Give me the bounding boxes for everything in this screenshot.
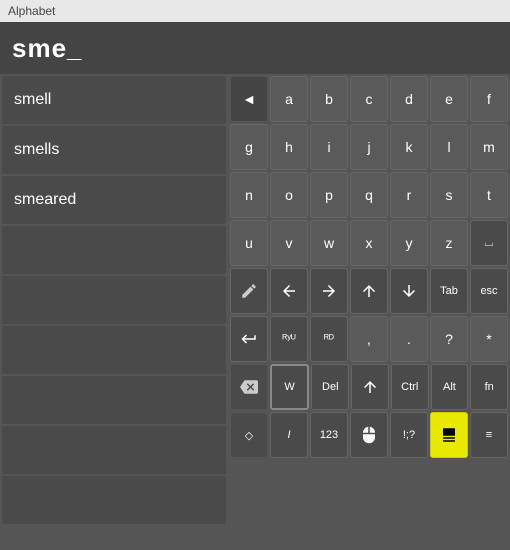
key-0-5[interactable]: e bbox=[430, 76, 468, 122]
suggestion-item-8 bbox=[2, 476, 226, 524]
key-4-0[interactable] bbox=[230, 268, 268, 314]
key-2-3[interactable]: q bbox=[350, 172, 388, 218]
key-5-4[interactable]: . bbox=[390, 316, 428, 362]
key-3-2[interactable]: w bbox=[310, 220, 348, 266]
key-1-0[interactable]: g bbox=[230, 124, 268, 170]
suggestion-item-5 bbox=[2, 326, 226, 374]
key-1-5[interactable]: l bbox=[430, 124, 468, 170]
key-7-1[interactable]: I bbox=[270, 412, 308, 458]
suggestion-item-3 bbox=[2, 226, 226, 274]
key-7-3[interactable] bbox=[350, 412, 388, 458]
key-5-3[interactable]: , bbox=[350, 316, 388, 362]
app-title: Alphabet bbox=[8, 4, 55, 18]
key-1-3[interactable]: j bbox=[350, 124, 388, 170]
key-4-5[interactable]: Tab bbox=[430, 268, 468, 314]
key-row-1: ghijklm bbox=[230, 124, 508, 170]
suggestion-item-2[interactable]: smeared bbox=[2, 176, 226, 224]
key-3-0[interactable]: u bbox=[230, 220, 268, 266]
main-area: smellsmellssmeared ◄abcdefghijklmnopqrst… bbox=[0, 74, 510, 550]
key-2-2[interactable]: p bbox=[310, 172, 348, 218]
suggestion-item-4 bbox=[2, 276, 226, 324]
search-display: sme_ bbox=[0, 22, 510, 74]
key-0-2[interactable]: b bbox=[310, 76, 348, 122]
key-5-2[interactable]: ᴿᴰ bbox=[310, 316, 348, 362]
key-4-3[interactable] bbox=[350, 268, 388, 314]
key-2-1[interactable]: o bbox=[270, 172, 308, 218]
key-4-4[interactable] bbox=[390, 268, 428, 314]
key-4-2[interactable] bbox=[310, 268, 348, 314]
key-1-6[interactable]: m bbox=[470, 124, 508, 170]
key-2-6[interactable]: t bbox=[470, 172, 508, 218]
search-text: sme_ bbox=[12, 33, 83, 64]
key-6-5[interactable]: Alt bbox=[431, 364, 469, 410]
key-4-1[interactable] bbox=[270, 268, 308, 314]
key-row-3: uvwxyz⌴ bbox=[230, 220, 508, 266]
suggestion-item-1[interactable]: smells bbox=[2, 126, 226, 174]
key-0-0[interactable]: ◄ bbox=[230, 76, 268, 122]
key-0-3[interactable]: c bbox=[350, 76, 388, 122]
key-1-2[interactable]: i bbox=[310, 124, 348, 170]
key-3-3[interactable]: x bbox=[350, 220, 388, 266]
key-5-0[interactable] bbox=[230, 316, 268, 362]
title-bar: Alphabet bbox=[0, 0, 510, 22]
suggestion-item-7 bbox=[2, 426, 226, 474]
key-3-6[interactable]: ⌴ bbox=[470, 220, 508, 266]
key-7-5[interactable] bbox=[430, 412, 468, 458]
key-row-7: ◇I123!;? ≡ bbox=[230, 412, 508, 458]
key-7-2[interactable]: 123 bbox=[310, 412, 348, 458]
key-5-6[interactable]: * bbox=[470, 316, 508, 362]
key-6-2[interactable]: Del bbox=[311, 364, 349, 410]
key-6-0[interactable] bbox=[230, 364, 268, 410]
key-4-6[interactable]: esc bbox=[470, 268, 508, 314]
key-0-1[interactable]: a bbox=[270, 76, 308, 122]
key-7-4[interactable]: !;? bbox=[390, 412, 428, 458]
key-7-0[interactable]: ◇ bbox=[230, 412, 268, 458]
key-row-6: WDel CtrlAltfn bbox=[230, 364, 508, 410]
key-1-4[interactable]: k bbox=[390, 124, 428, 170]
key-3-4[interactable]: y bbox=[390, 220, 428, 266]
suggestion-item-6 bbox=[2, 376, 226, 424]
key-6-1[interactable]: W bbox=[270, 364, 310, 410]
key-0-4[interactable]: d bbox=[390, 76, 428, 122]
app: Alphabet sme_ smellsmellssmeared ◄abcdef… bbox=[0, 0, 510, 550]
key-row-0: ◄abcdef bbox=[230, 76, 508, 122]
key-3-1[interactable]: v bbox=[270, 220, 308, 266]
suggestion-item-0[interactable]: smell bbox=[2, 76, 226, 124]
key-6-6[interactable]: fn bbox=[470, 364, 508, 410]
key-3-5[interactable]: z bbox=[430, 220, 468, 266]
key-6-4[interactable]: Ctrl bbox=[391, 364, 429, 410]
key-7-6[interactable]: ≡ bbox=[470, 412, 508, 458]
key-row-5: ᴿʸᵁᴿᴰ,.?* bbox=[230, 316, 508, 362]
key-5-1[interactable]: ᴿʸᵁ bbox=[270, 316, 308, 362]
key-2-0[interactable]: n bbox=[230, 172, 268, 218]
key-5-5[interactable]: ? bbox=[430, 316, 468, 362]
suggestions-panel: smellsmellssmeared bbox=[0, 74, 228, 550]
key-row-2: nopqrst bbox=[230, 172, 508, 218]
key-2-5[interactable]: s bbox=[430, 172, 468, 218]
key-1-1[interactable]: h bbox=[270, 124, 308, 170]
keyboard-panel: ◄abcdefghijklmnopqrstuvwxyz⌴Tabescᴿʸᵁᴿᴰ,… bbox=[228, 74, 510, 550]
key-row-4: Tabesc bbox=[230, 268, 508, 314]
key-2-4[interactable]: r bbox=[390, 172, 428, 218]
key-6-3[interactable] bbox=[351, 364, 389, 410]
key-0-6[interactable]: f bbox=[470, 76, 508, 122]
